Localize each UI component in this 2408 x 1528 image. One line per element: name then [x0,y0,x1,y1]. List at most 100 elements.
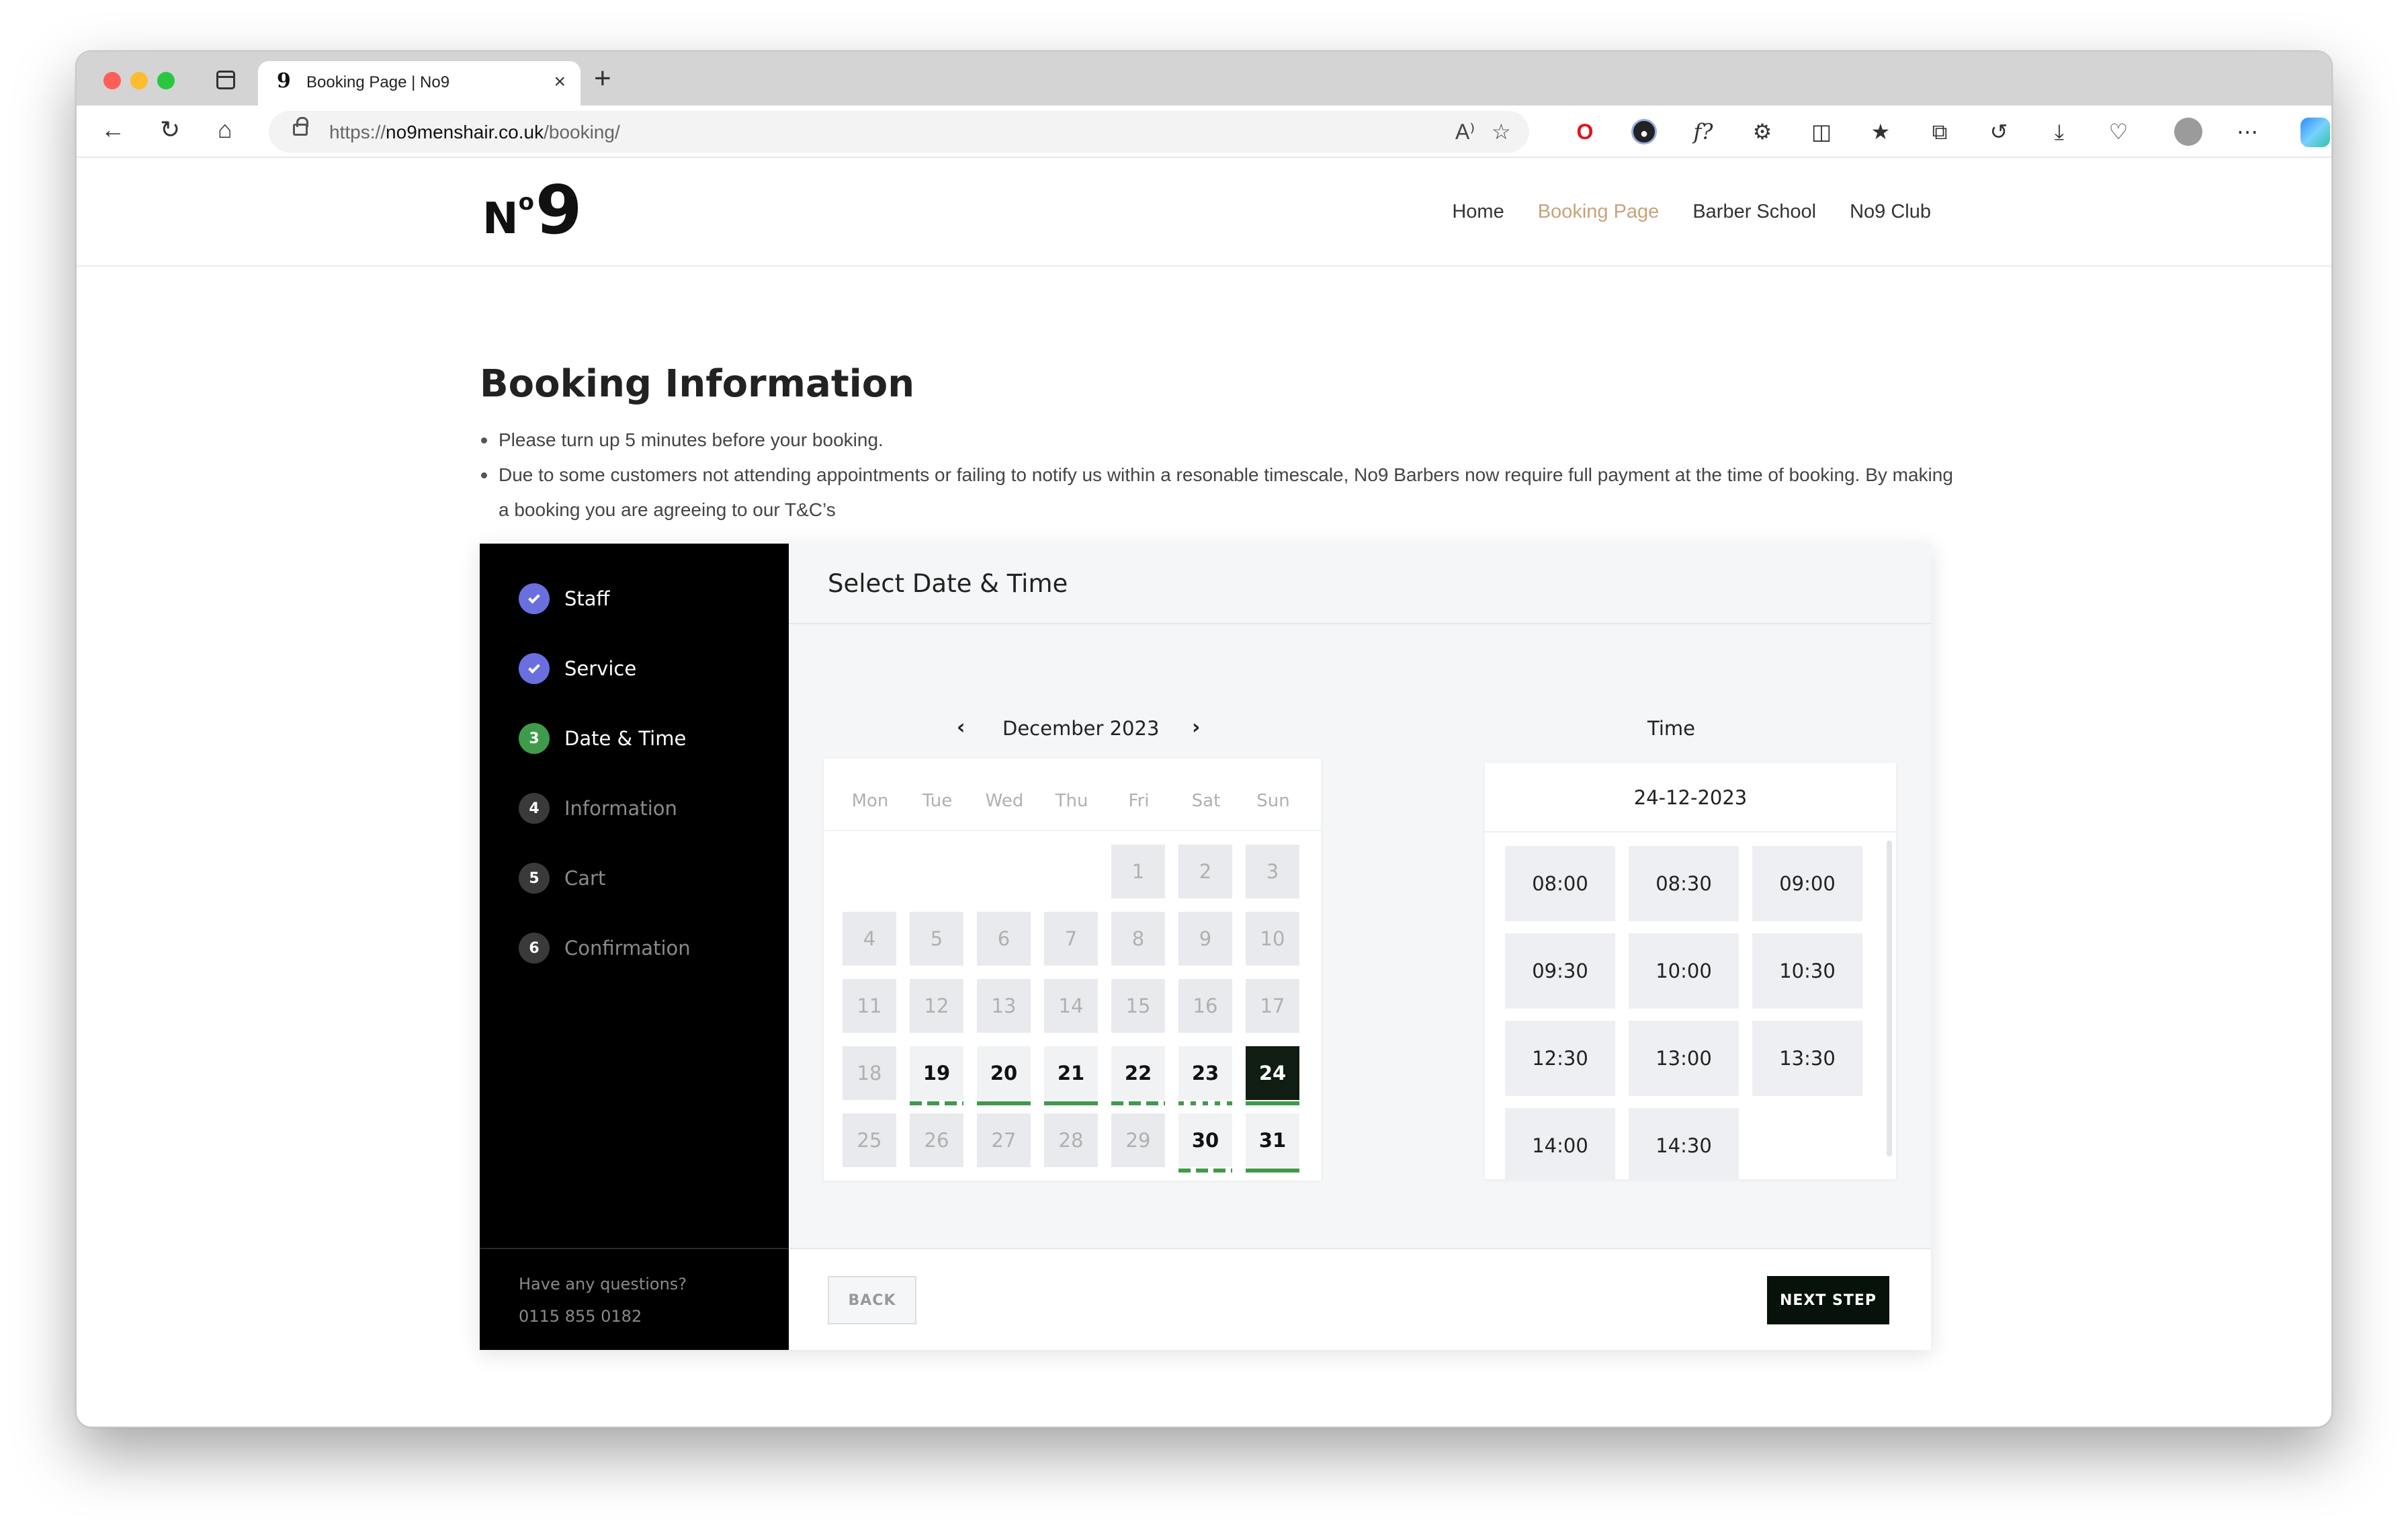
calendar-day[interactable]: 30 [1178,1113,1232,1173]
calendar-day: 18 [843,1046,896,1100]
calendar-day: 4 [843,912,896,966]
copilot-icon[interactable] [2300,118,2330,147]
split-screen-icon[interactable]: ◫ [1809,119,1834,144]
health-icon[interactable]: ♡ [2106,119,2131,144]
step-date-time[interactable]: 3 Date & Time [519,722,686,755]
tab-close-icon[interactable]: × [554,71,566,93]
downloads-icon[interactable]: ⤓ [2047,119,2072,144]
reload-icon[interactable]: ↻ [160,116,180,143]
time-slot[interactable]: 10:30 [1752,933,1862,1009]
time-slot[interactable]: 13:00 [1629,1021,1739,1096]
time-slot[interactable]: 12:30 [1505,1021,1615,1096]
time-slot[interactable]: 09:30 [1505,933,1615,1009]
next-month-icon[interactable]: › [1192,714,1200,741]
calendar-day[interactable]: 24 [1246,1046,1299,1105]
time-slot[interactable]: 08:30 [1629,846,1739,921]
info-bullet: Due to some customers not attending appo… [480,458,1958,527]
calendar-day: 29 [1111,1113,1165,1167]
availability-bar [1178,1169,1232,1173]
step-label: Staff [564,587,610,610]
home-icon[interactable]: ⌂ [218,116,232,143]
weekday-label: Sat [1191,791,1221,811]
time-slot[interactable]: 13:30 [1752,1021,1862,1096]
check-icon [519,583,550,614]
calendar-day: 7 [1044,912,1098,966]
maximize-window-button[interactable] [157,72,175,89]
nav-no9-club[interactable]: No9 Club [1850,201,1931,223]
calendar-day[interactable]: 23 [1178,1046,1232,1105]
time-slots-box: 24-12-2023 08:00 08:30 09:00 09:30 10:00 10:3… [1485,763,1896,1179]
step-service[interactable]: Service [519,652,636,685]
calendar-day[interactable]: 21 [1044,1046,1098,1105]
site-header: N o 9 Home Booking Page Barber School No… [77,159,2331,267]
help-footer: Have any questions? 0115 855 0182 [480,1248,789,1350]
step-staff[interactable]: Staff [519,583,610,615]
weekday-label: Mon [851,791,889,811]
calendar-day[interactable]: 22 [1111,1046,1165,1105]
time-slot[interactable]: 08:00 [1505,846,1615,921]
calendar-day: 27 [977,1113,1031,1167]
minimize-window-button[interactable] [130,72,148,89]
time-slot[interactable]: 10:00 [1629,933,1739,1009]
calendar-day: 12 [910,979,963,1033]
panel-title: Select Date & Time [828,569,1068,598]
calendar-day: 2 [1178,845,1232,898]
help-question: Have any questions? [519,1275,687,1293]
read-aloud-icon[interactable]: A⁾ [1455,119,1475,144]
new-tab-icon[interactable]: + [594,64,611,93]
time-scrollbar[interactable] [1887,841,1892,1156]
circle-extension-icon[interactable]: ● [1631,119,1657,144]
calendar-day[interactable]: 20 [977,1046,1031,1105]
calendar-day: 10 [1246,912,1299,966]
url-text[interactable]: https://no9menshair.co.uk/booking/ [329,122,620,143]
calendar-day: 8 [1111,912,1165,966]
favorites-list-icon[interactable]: ★ [1868,119,1893,144]
step-number: 6 [519,933,550,964]
calendar: Mon Tue Wed Thu Fri Sat Sun 1 2 3 4 5 6 7 8 9 10 11 12 13 14… [824,759,1321,1181]
step-information[interactable]: 4 Information [519,792,677,824]
availability-bar [910,1101,963,1105]
browser-tab[interactable]: 9 Booking Page | No9 × [258,61,580,105]
calendar-day: 6 [977,912,1031,966]
nav-booking-page[interactable]: Booking Page [1538,201,1660,223]
back-icon[interactable]: ← [101,116,125,143]
function-extension-icon[interactable]: f? [1690,119,1716,144]
nav-barber-school[interactable]: Barber School [1692,201,1816,223]
calendar-day: 9 [1178,912,1232,966]
tab-favicon-icon: 9 [277,69,291,93]
step-cart[interactable]: 5 Cart [519,862,605,894]
calendar-day: 25 [843,1113,896,1167]
weekday-label: Tue [922,791,953,811]
back-button[interactable]: BACK [828,1276,916,1324]
history-icon[interactable]: ↺ [1986,119,2012,144]
help-phone[interactable]: 0115 855 0182 [519,1307,642,1326]
weekday-label: Sun [1256,791,1290,811]
next-step-button[interactable]: NEXT STEP [1767,1276,1889,1324]
puzzle-extension-icon[interactable]: ⚙ [1750,119,1775,144]
site-logo[interactable]: N o 9 [482,177,583,245]
calendar-day: 14 [1044,979,1098,1033]
more-icon[interactable]: ⋯ [2235,119,2260,144]
step-number: 4 [519,793,550,824]
opera-extension-icon[interactable]: O [1572,119,1598,144]
close-window-button[interactable] [103,72,121,89]
time-slot[interactable]: 09:00 [1752,846,1862,921]
step-confirmation[interactable]: 6 Confirmation [519,932,691,964]
profile-icon[interactable] [2174,118,2202,146]
availability-bar [1246,1101,1299,1105]
collections-icon[interactable]: ⧉ [1927,119,1952,144]
time-slot[interactable]: 14:30 [1629,1108,1739,1179]
tab-actions-icon[interactable] [216,71,235,89]
panel-footer: BACK NEXT STEP [789,1248,1931,1350]
nav-home[interactable]: Home [1452,201,1504,223]
address-bar[interactable]: https://no9menshair.co.uk/booking/ A⁾ ☆ [269,111,1529,153]
availability-bar [1111,1101,1165,1105]
booking-widget: Staff Service 3 Date & Time 4 Information 5 Car… [480,544,1931,1350]
calendar-day[interactable]: 19 [910,1046,963,1105]
calendar-day[interactable]: 31 [1246,1113,1299,1173]
favorite-icon[interactable]: ☆ [1492,119,1511,144]
prev-month-icon[interactable]: ‹ [957,714,965,741]
calendar-day: 3 [1246,845,1299,898]
lock-icon[interactable] [293,117,308,136]
time-slot[interactable]: 14:00 [1505,1108,1615,1179]
